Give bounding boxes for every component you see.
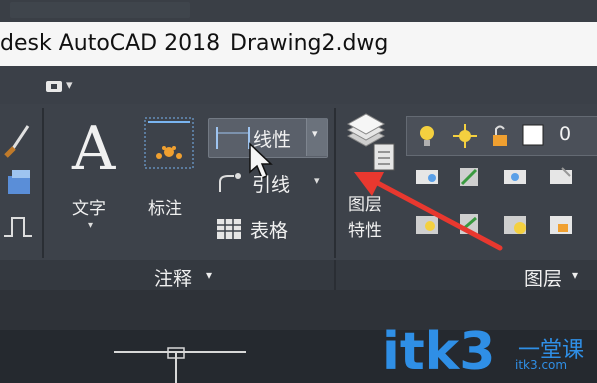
text-icon: A: [72, 114, 116, 184]
unlock-icon: [493, 125, 507, 146]
table-label: 表格: [250, 220, 289, 242]
chevron-down-icon: ▾: [314, 174, 320, 187]
watermark-url: itk3.com: [515, 358, 568, 372]
layer-properties-icon: [346, 113, 395, 171]
chevron-down-icon: ▾: [312, 127, 318, 140]
leader-icon: [219, 173, 241, 192]
lightbulb-icon: [420, 126, 434, 146]
watermark-logo: itk3: [382, 322, 496, 382]
stack-icon[interactable]: [8, 170, 30, 194]
chevron-down-icon: ▾: [572, 268, 579, 282]
table-icon: [217, 219, 241, 239]
layers-panel-title[interactable]: 图层 ▾: [524, 264, 597, 290]
curve-icon[interactable]: [4, 217, 32, 237]
linear-dim-icon: [216, 127, 250, 149]
left-tools: [4, 125, 32, 237]
annotate-panel-label: 注释: [154, 268, 193, 290]
leader-button[interactable]: 引线 ▾: [214, 166, 334, 198]
red-arrow-annotation: [354, 172, 503, 251]
brush-icon[interactable]: [4, 125, 30, 158]
table-button[interactable]: 表格: [214, 214, 314, 246]
panel-separator: [42, 108, 44, 258]
dimension-label: 标注: [148, 199, 182, 219]
leader-label: 引线: [252, 174, 291, 196]
layer-state-icons: [420, 124, 544, 148]
file-title: Drawing2.dwg: [230, 31, 389, 56]
title-bar: desk AutoCAD 2018 Drawing2.dwg: [0, 22, 597, 66]
sun-icon: [453, 124, 477, 148]
ghost-title: [10, 2, 190, 18]
linear-dropdown-arrow[interactable]: ▾: [306, 118, 327, 156]
quick-access-toolbar: [0, 66, 597, 104]
text-label: 文字: [72, 199, 106, 219]
drawing-crosshair: [114, 347, 246, 383]
text-button[interactable]: A 文字 ▾: [62, 108, 132, 248]
panel-separator: [334, 108, 336, 258]
tab-strip: [0, 290, 597, 330]
color-swatch: [522, 124, 544, 146]
chevron-down-icon: ▾: [66, 78, 73, 93]
workspace-button[interactable]: ▾: [44, 78, 76, 96]
chevron-down-icon: ▾: [206, 268, 213, 282]
background-window-bar: [0, 0, 597, 22]
app-title: desk AutoCAD 2018: [0, 31, 221, 56]
chevron-down-icon: ▾: [88, 220, 94, 231]
panel-separator: [334, 260, 336, 290]
dimension-button[interactable]: 标注: [140, 112, 202, 222]
ribbon-panel-titles: [0, 260, 597, 290]
current-layer-name: 0: [559, 123, 572, 145]
dimension-icon: [144, 117, 194, 169]
layer-dropdown[interactable]: 0: [406, 116, 597, 156]
annotate-panel-title[interactable]: 注释 ▾: [154, 264, 234, 290]
layers-panel-label: 图层: [524, 268, 563, 290]
